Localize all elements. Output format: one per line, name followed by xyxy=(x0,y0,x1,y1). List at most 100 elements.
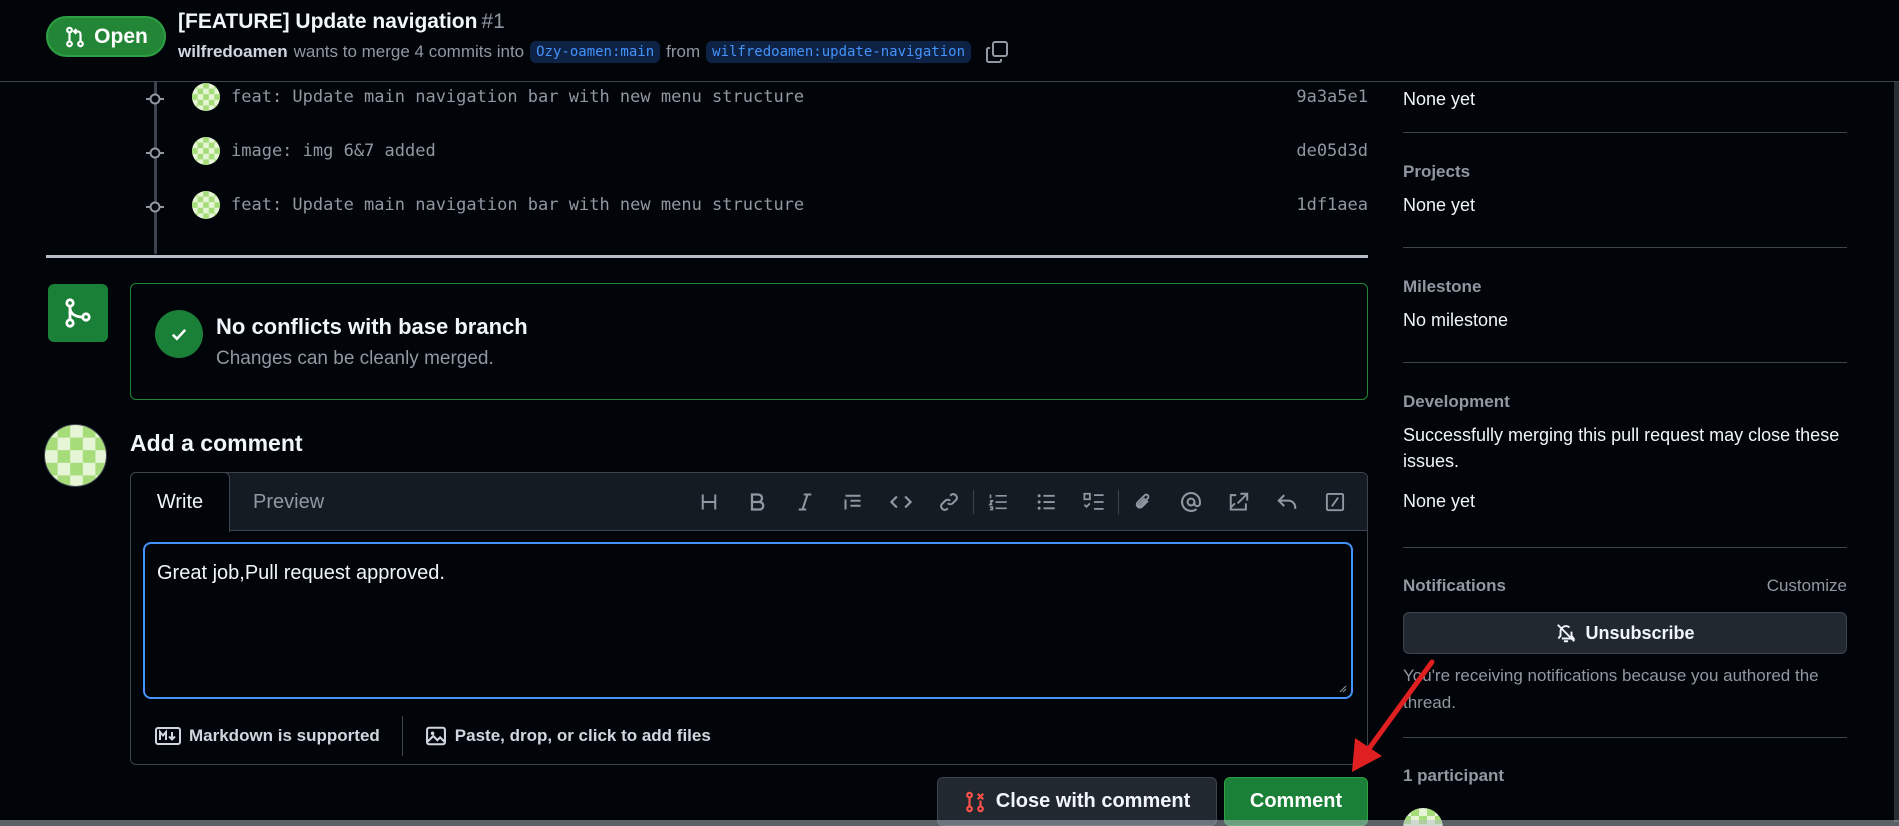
projects-value: None yet xyxy=(1403,195,1476,215)
quote-icon[interactable] xyxy=(829,473,877,531)
tab-preview[interactable]: Preview xyxy=(239,473,338,531)
head-branch[interactable]: wilfredoamen:update-navigation xyxy=(706,41,972,63)
pr-state-label: Open xyxy=(94,24,148,48)
markdown-icon xyxy=(155,727,181,745)
attach-files-button[interactable]: Paste, drop, or click to add files xyxy=(425,725,711,747)
attach-files-label: Paste, drop, or click to add files xyxy=(454,726,711,745)
comment-button[interactable]: Comment xyxy=(1224,777,1368,826)
sidebar-divider xyxy=(1403,737,1847,738)
sidebar-divider xyxy=(1403,547,1847,548)
code-icon[interactable] xyxy=(877,473,925,531)
copy-icon[interactable] xyxy=(985,40,1009,64)
notifications-reason: You're receiving notifications because y… xyxy=(1403,666,1819,712)
window-bottom-edge xyxy=(0,820,1899,826)
composer-tabs: Write Preview xyxy=(130,472,1367,532)
markdown-supported-label: Markdown is supported xyxy=(189,726,380,745)
reply-icon[interactable] xyxy=(1263,473,1311,531)
heading-icon[interactable] xyxy=(685,473,733,531)
sidebar-projects: Projects None yet xyxy=(1403,162,1847,218)
commit-node-icon xyxy=(146,93,164,105)
development-text: Successfully merging this pull request m… xyxy=(1403,425,1840,471)
sidebar-divider xyxy=(1403,362,1847,363)
commit-message-link[interactable]: image: img 6&7 added xyxy=(231,141,436,161)
git-pull-request-icon xyxy=(66,26,85,47)
sidebar-divider xyxy=(1403,132,1847,133)
development-value: None yet xyxy=(1403,491,1476,511)
pr-number: #1 xyxy=(481,10,505,33)
italic-icon[interactable] xyxy=(781,473,829,531)
cross-reference-icon[interactable] xyxy=(1215,473,1263,531)
pr-title: [FEATURE] Update navigation #1 xyxy=(178,10,505,34)
projects-heading[interactable]: Projects xyxy=(1403,162,1847,182)
pr-subtitle: wilfredoamen wants to merge 4 commits in… xyxy=(178,40,1009,64)
git-merge-icon xyxy=(65,298,91,328)
unsubscribe-label: Unsubscribe xyxy=(1585,622,1695,643)
comment-textarea[interactable]: Great job,Pull request approved. xyxy=(143,542,1353,699)
sidebar-notifications: Notifications Customize xyxy=(1403,576,1847,596)
pr-title-text: [FEATURE] Update navigation xyxy=(178,10,478,33)
commit-node-icon xyxy=(146,147,164,159)
paperclip-icon[interactable] xyxy=(1119,473,1167,531)
merge-status-description: Changes can be cleanly merged. xyxy=(216,348,494,369)
close-with-comment-label: Close with comment xyxy=(995,790,1191,812)
commit-row: feat: Update main navigation bar with ne… xyxy=(140,189,1368,225)
bell-slash-icon xyxy=(1557,624,1576,643)
close-with-comment-button[interactable]: Close with comment xyxy=(937,777,1217,826)
task-list-icon[interactable] xyxy=(1070,473,1118,531)
sidebar-development: Development Successfully merging this pu… xyxy=(1403,392,1847,514)
milestone-heading[interactable]: Milestone xyxy=(1403,277,1847,297)
commit-author-avatar[interactable] xyxy=(192,83,220,111)
pr-sidebar: None yet Projects None yet Milestone No … xyxy=(1403,82,1847,826)
commit-row: image: img 6&7 added de05d3d xyxy=(140,135,1368,171)
add-comment-heading: Add a comment xyxy=(130,430,303,456)
sidebar-labels: None yet xyxy=(1403,86,1847,112)
sidebar-participants: 1 participant xyxy=(1403,766,1847,826)
git-pull-request-closed-icon xyxy=(965,791,984,812)
commit-sha-link[interactable]: de05d3d xyxy=(1296,141,1368,161)
timeline-divider xyxy=(46,255,1368,258)
slash-command-icon[interactable] xyxy=(1311,473,1359,531)
ordered-list-icon[interactable] xyxy=(974,473,1022,531)
comment-text: Great job,Pull request approved. xyxy=(157,562,445,584)
commit-author-avatar[interactable] xyxy=(192,137,220,165)
milestone-value: No milestone xyxy=(1403,310,1509,330)
commit-node-icon xyxy=(146,201,164,213)
commit-row: feat: Update main navigation bar with ne… xyxy=(140,81,1368,117)
merge-text: wants to merge 4 commits into xyxy=(293,42,525,61)
from-text: from xyxy=(666,42,701,61)
unsubscribe-button[interactable]: Unsubscribe xyxy=(1403,612,1847,654)
commit-message-link[interactable]: feat: Update main navigation bar with ne… xyxy=(231,87,804,107)
sidebar-milestone: Milestone No milestone xyxy=(1403,277,1847,333)
bold-icon[interactable] xyxy=(733,473,781,531)
page-scrollbar[interactable] xyxy=(1894,82,1899,822)
tab-write[interactable]: Write xyxy=(130,472,230,532)
comment-composer: Write Preview Great job,Pull request app… xyxy=(130,472,1368,765)
unordered-list-icon[interactable] xyxy=(1022,473,1070,531)
resize-grip-icon[interactable] xyxy=(1337,683,1347,693)
merge-status-icon-box xyxy=(48,284,108,342)
merge-status-title: No conflicts with base branch xyxy=(216,314,528,339)
merge-status-box: No conflicts with base branch Changes ca… xyxy=(130,283,1368,400)
participants-heading: 1 participant xyxy=(1403,766,1505,785)
pr-state-badge: Open xyxy=(46,16,166,57)
labels-value: None yet xyxy=(1403,89,1476,109)
composer-footer: Markdown is supported Paste, drop, or cl… xyxy=(131,708,1367,764)
markdown-toolbar xyxy=(685,473,1359,531)
pr-header: Open [FEATURE] Update navigation #1 wilfr… xyxy=(0,0,1899,82)
footer-divider xyxy=(401,716,403,756)
base-branch[interactable]: Ozy-oamen:main xyxy=(530,41,661,63)
commit-sha-link[interactable]: 9a3a5e1 xyxy=(1296,87,1368,107)
commit-sha-link[interactable]: 1df1aea xyxy=(1296,195,1368,215)
development-heading[interactable]: Development xyxy=(1403,392,1847,412)
pr-author-link[interactable]: wilfredoamen xyxy=(178,42,288,62)
check-circle-icon xyxy=(155,310,203,358)
user-avatar[interactable] xyxy=(44,424,107,487)
customize-link[interactable]: Customize xyxy=(1767,576,1847,596)
markdown-supported-link[interactable]: Markdown is supported xyxy=(155,726,380,746)
sidebar-divider xyxy=(1403,247,1847,248)
mention-icon[interactable] xyxy=(1167,473,1215,531)
link-icon[interactable] xyxy=(925,473,973,531)
commit-message-link[interactable]: feat: Update main navigation bar with ne… xyxy=(231,195,804,215)
image-icon xyxy=(425,726,446,746)
commit-author-avatar[interactable] xyxy=(192,191,220,219)
